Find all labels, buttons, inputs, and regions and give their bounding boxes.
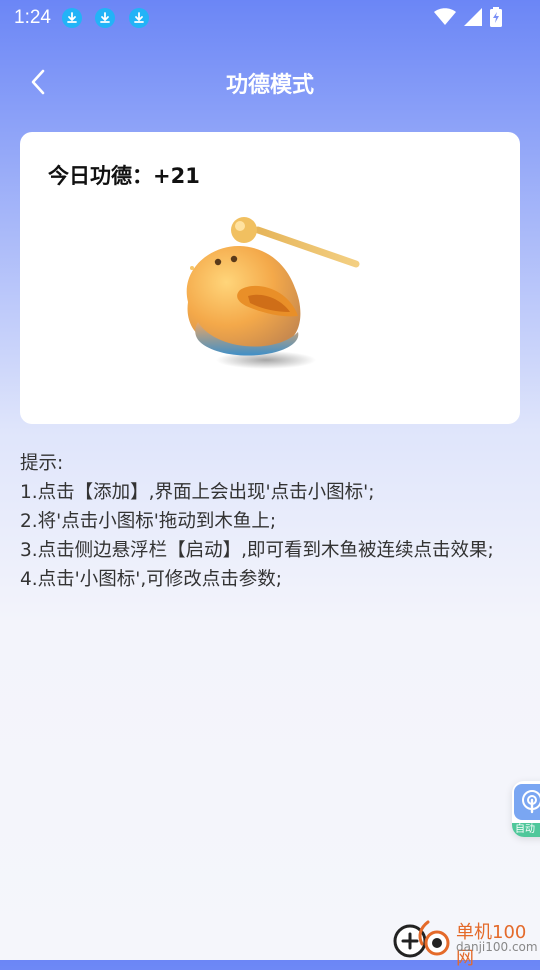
watermark: 单机100网 danji100.com <box>390 914 540 969</box>
tip-line: 1.点击【添加】,界面上会出现'点击小图标'; <box>20 482 375 503</box>
watermark-url: danji100.com <box>456 940 538 954</box>
merit-card: 今日功德：+21 <box>20 132 520 424</box>
tips-heading: 提示: <box>20 453 64 474</box>
tip-line: 3.点击侧边悬浮栏【启动】,即可看到木鱼被连续点击效果; <box>20 540 494 561</box>
wooden-fish[interactable] <box>170 210 370 385</box>
status-bar: 1:24 <box>0 0 540 36</box>
page-title: 功德模式 <box>225 73 314 98</box>
float-label: 自动 <box>512 823 540 837</box>
touch-icon <box>514 784 540 820</box>
battery-charging-icon <box>490 7 502 27</box>
tip-line: 2.将'点击小图标'拖动到木鱼上; <box>20 511 277 532</box>
signal-icon <box>464 8 482 26</box>
wifi-icon <box>434 8 456 25</box>
wooden-fish-icon <box>186 217 360 369</box>
download-icon <box>95 8 115 28</box>
merit-count: 今日功德：+21 <box>48 164 200 188</box>
header: 功德模式 <box>0 56 540 108</box>
floating-side-bar[interactable]: 自动 <box>512 781 540 837</box>
download-icon <box>129 8 149 28</box>
status-time: 1:24 <box>14 7 51 28</box>
tip-line: 4.点击'小图标',可修改点击参数; <box>20 569 282 590</box>
download-icon <box>62 8 82 28</box>
system-icons <box>434 7 502 27</box>
tips-section: 提示: 1.点击【添加】,界面上会出现'点击小图标'; 2.将'点击小图标'拖动… <box>20 449 520 594</box>
watermark-logo <box>393 920 450 958</box>
